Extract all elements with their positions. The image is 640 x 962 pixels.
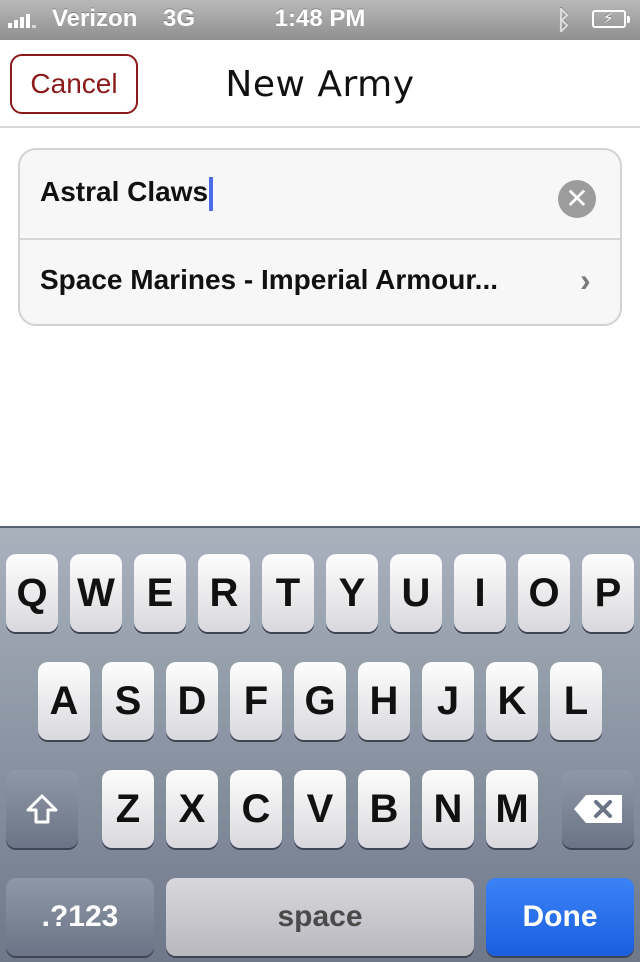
numbers-key[interactable]: .?123: [6, 878, 154, 956]
key-j[interactable]: J: [422, 662, 474, 740]
keyboard: Q W E R T Y U I O P A S D F G H J K L Z …: [0, 526, 640, 962]
backspace-key[interactable]: [562, 770, 634, 848]
key-v[interactable]: V: [294, 770, 346, 848]
key-d[interactable]: D: [166, 662, 218, 740]
key-y[interactable]: Y: [326, 554, 378, 632]
key-x[interactable]: X: [166, 770, 218, 848]
backspace-icon: [574, 795, 622, 823]
key-c[interactable]: C: [230, 770, 282, 848]
shift-arrow-icon: [26, 794, 58, 824]
army-name-row[interactable]: Astral Claws ✕: [20, 150, 620, 240]
space-key[interactable]: space: [166, 878, 474, 956]
army-form-group: Astral Claws ✕ Space Marines - Imperial …: [18, 148, 622, 326]
key-i[interactable]: I: [454, 554, 506, 632]
key-l[interactable]: L: [550, 662, 602, 740]
key-w[interactable]: W: [70, 554, 122, 632]
navigation-bar: Cancel New Army: [0, 40, 640, 128]
clear-text-icon[interactable]: ✕: [558, 180, 596, 218]
key-n[interactable]: N: [422, 770, 474, 848]
key-t[interactable]: T: [262, 554, 314, 632]
shift-key[interactable]: [6, 770, 78, 848]
key-h[interactable]: H: [358, 662, 410, 740]
key-q[interactable]: Q: [6, 554, 58, 632]
key-o[interactable]: O: [518, 554, 570, 632]
army-name-value: Astral Claws: [40, 176, 209, 207]
chevron-right-icon: ›: [580, 262, 591, 298]
key-e[interactable]: E: [134, 554, 186, 632]
key-b[interactable]: B: [358, 770, 410, 848]
done-key[interactable]: Done: [486, 878, 634, 956]
key-k[interactable]: K: [486, 662, 538, 740]
battery-icon: ⚡: [592, 10, 630, 28]
bluetooth-icon: ᛒ: [556, 5, 572, 35]
army-type-row[interactable]: Space Marines - Imperial Armour... ›: [20, 238, 620, 324]
key-m[interactable]: M: [486, 770, 538, 848]
army-type-value: Space Marines - Imperial Armour...: [40, 264, 499, 295]
key-r[interactable]: R: [198, 554, 250, 632]
key-a[interactable]: A: [38, 662, 90, 740]
key-z[interactable]: Z: [102, 770, 154, 848]
status-bar: Verizon 3G 1:48 PM ᛒ ⚡: [0, 0, 640, 40]
key-p[interactable]: P: [582, 554, 634, 632]
text-cursor: [209, 176, 214, 211]
key-f[interactable]: F: [230, 662, 282, 740]
key-u[interactable]: U: [390, 554, 442, 632]
army-name-field[interactable]: Astral Claws: [40, 176, 214, 211]
status-time: 1:48 PM: [274, 5, 366, 32]
key-g[interactable]: G: [294, 662, 346, 740]
key-s[interactable]: S: [102, 662, 154, 740]
page-title: New Army: [225, 64, 415, 105]
